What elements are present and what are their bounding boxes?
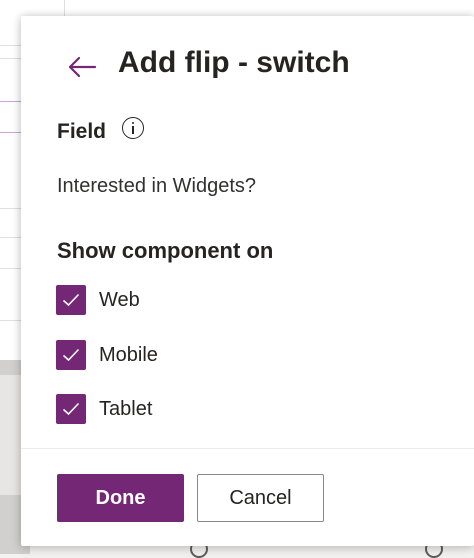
checkbox-tablet[interactable]: Tablet bbox=[56, 393, 152, 425]
checkmark-icon bbox=[62, 293, 80, 307]
checkbox-box[interactable] bbox=[56, 340, 86, 370]
back-button[interactable] bbox=[65, 50, 99, 84]
cancel-button[interactable]: Cancel bbox=[197, 474, 324, 522]
show-component-on-heading: Show component on bbox=[57, 238, 274, 263]
checkbox-web[interactable]: Web bbox=[56, 284, 140, 316]
checkbox-box[interactable] bbox=[56, 394, 86, 424]
checkbox-label: Tablet bbox=[99, 397, 153, 420]
background-divider bbox=[64, 0, 65, 16]
checkmark-icon bbox=[62, 402, 80, 416]
background-toolbar bbox=[30, 0, 474, 16]
checkbox-box[interactable] bbox=[56, 285, 86, 315]
checkmark-icon bbox=[62, 348, 80, 362]
checkbox-label: Web bbox=[99, 288, 140, 311]
done-button[interactable]: Done bbox=[57, 474, 184, 522]
field-value: Interested in Widgets? bbox=[57, 175, 256, 197]
checkbox-label: Mobile bbox=[99, 343, 158, 366]
checkbox-mobile[interactable]: Mobile bbox=[56, 339, 158, 371]
add-component-panel: Add flip - switch Field Interested in Wi… bbox=[21, 16, 474, 546]
field-label: Field bbox=[57, 120, 107, 143]
footer-divider bbox=[21, 448, 474, 449]
info-icon-dot bbox=[131, 121, 134, 124]
info-icon-bar bbox=[131, 126, 134, 134]
arrow-left-icon bbox=[68, 56, 97, 78]
info-icon[interactable] bbox=[122, 117, 144, 139]
panel-header: Add flip - switch bbox=[21, 16, 474, 116]
panel-title: Add flip - switch bbox=[118, 46, 350, 79]
